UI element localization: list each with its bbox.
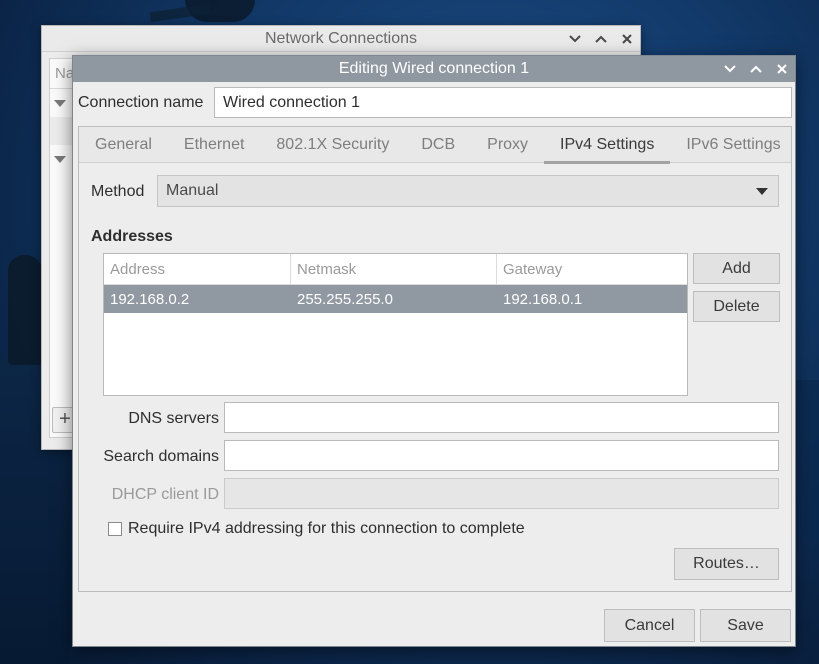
method-dropdown[interactable]: Manual (157, 175, 779, 207)
chevron-up-icon[interactable] (594, 32, 608, 46)
table-row[interactable]: 192.168.0.2 255.255.255.0 192.168.0.1 (104, 285, 687, 313)
expander-triangle-icon[interactable] (54, 99, 66, 107)
save-button[interactable]: Save (700, 609, 791, 642)
tab-ethernet[interactable]: Ethernet (168, 127, 260, 163)
connection-name-input[interactable]: Wired connection 1 (214, 87, 792, 118)
dialog-titlebar[interactable]: Editing Wired connection 1 (73, 56, 795, 82)
search-domains-input[interactable] (224, 440, 779, 471)
close-icon[interactable] (775, 62, 789, 76)
tab-general[interactable]: General (79, 127, 168, 163)
tab-ipv6-settings[interactable]: IPv6 Settings (670, 127, 796, 163)
column-header-netmask[interactable]: Netmask (291, 254, 497, 284)
add-address-button[interactable]: Add (693, 253, 780, 284)
network-connections-title: Network Connections (264, 30, 418, 47)
dialog-title: Editing Wired connection 1 (338, 60, 530, 77)
wallpaper-right-edge (796, 380, 819, 540)
close-icon[interactable] (620, 32, 634, 46)
connection-name-label: Connection name (78, 94, 204, 111)
tab-dcb[interactable]: DCB (405, 127, 471, 163)
require-ipv4-checkbox[interactable] (108, 522, 122, 536)
method-label: Method (91, 183, 145, 200)
dhcp-client-id-label: DHCP client ID (111, 486, 219, 503)
tab-proxy[interactable]: Proxy (471, 127, 544, 163)
dropdown-arrow-icon (756, 188, 768, 195)
wallpaper-figure (8, 255, 42, 365)
tab-bar: General Ethernet 802.1X Security DCB Pro… (79, 127, 791, 164)
cell-gateway[interactable]: 192.168.0.1 (497, 285, 687, 313)
tab-ipv4-settings[interactable]: IPv4 Settings (544, 127, 671, 164)
search-domains-label: Search domains (103, 448, 219, 465)
network-connections-titlebar[interactable]: Network Connections (42, 26, 640, 52)
cell-address[interactable]: 192.168.0.2 (104, 285, 291, 313)
require-ipv4-label[interactable]: Require IPv4 addressing for this connect… (128, 520, 525, 538)
window-controls (568, 26, 634, 51)
dns-servers-label: DNS servers (128, 410, 219, 427)
column-header-address[interactable]: Address (104, 254, 291, 284)
dns-servers-input[interactable] (224, 402, 779, 433)
chevron-up-icon[interactable] (749, 62, 763, 76)
table-header: Address Netmask Gateway (104, 254, 687, 285)
dhcp-client-id-input (224, 478, 779, 509)
settings-notebook: General Ethernet 802.1X Security DCB Pro… (78, 126, 792, 592)
tab-8021x-security[interactable]: 802.1X Security (260, 127, 405, 163)
chevron-down-icon[interactable] (723, 62, 737, 76)
window-controls (723, 56, 789, 82)
addresses-table[interactable]: Address Netmask Gateway 192.168.0.2 255.… (103, 253, 688, 396)
edit-connection-dialog[interactable]: Editing Wired connection 1 Connection na… (72, 55, 796, 647)
routes-button[interactable]: Routes… (674, 548, 779, 580)
method-value: Manual (166, 182, 219, 199)
require-ipv4-row[interactable]: Require IPv4 addressing for this connect… (108, 520, 525, 538)
expander-triangle-icon[interactable] (54, 155, 66, 163)
chevron-down-icon[interactable] (568, 32, 582, 46)
column-header-gateway[interactable]: Gateway (497, 254, 687, 284)
addresses-heading: Addresses (91, 228, 173, 245)
cancel-button[interactable]: Cancel (604, 609, 695, 642)
delete-address-button[interactable]: Delete (693, 291, 780, 322)
cell-netmask[interactable]: 255.255.255.0 (291, 285, 497, 313)
